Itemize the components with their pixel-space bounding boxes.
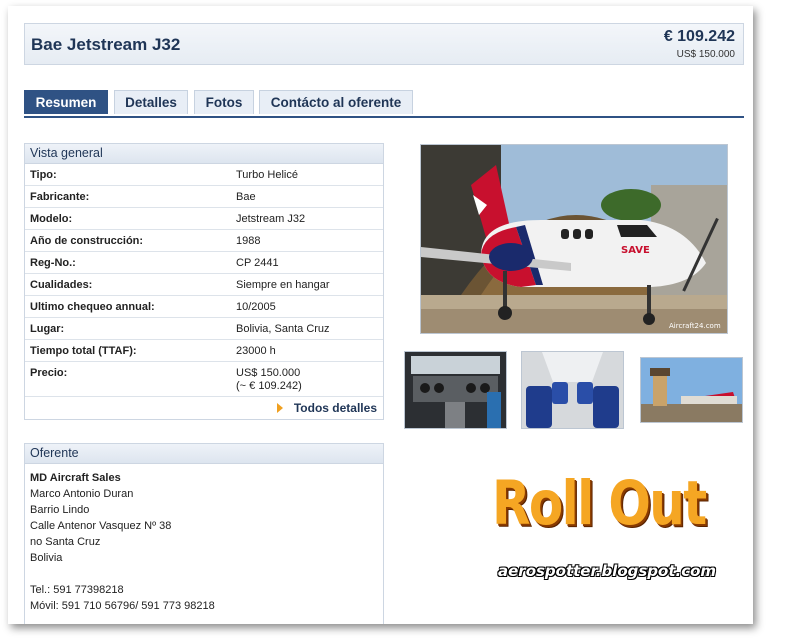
tab-resumen[interactable]: Resumen	[24, 90, 108, 114]
spec-key: Año de construcción:	[30, 235, 144, 247]
tab-detalles[interactable]: Detalles	[114, 90, 188, 114]
listing-title: Bae Jetstream J32	[31, 35, 181, 54]
seller-line: Barrio Lindo	[30, 504, 90, 516]
spec-row: Tiempo total (TTAF): 23000 h	[25, 340, 383, 362]
price-eur: € 109.242	[663, 28, 735, 45]
spec-key: Tiempo total (TTAF):	[30, 345, 137, 357]
spec-value: Jetstream J32	[236, 213, 306, 225]
aircraft-photo: SAVE Aircraft24.com	[421, 145, 727, 333]
all-details-label[interactable]: Todos detalles	[294, 401, 377, 415]
spec-row: Fabricante: Bae	[25, 186, 383, 208]
spec-key: Lugar:	[30, 323, 65, 335]
seller-company: MD Aircraft Sales	[30, 472, 121, 484]
spec-row: Año de construcción: 1988	[25, 230, 383, 252]
spec-value: CP 2441	[236, 257, 279, 269]
spec-key: Ultimo chequeo annual:	[30, 301, 155, 313]
seller-panel: Oferente MD Aircraft Sales Marco Antonio…	[24, 443, 384, 624]
seller-contact: MD Aircraft Sales Marco Antonio Duran Ba…	[25, 464, 383, 620]
spec-value: 1988	[236, 235, 261, 247]
arrow-right-icon	[277, 403, 283, 413]
spec-value: 10/2005	[236, 301, 276, 313]
seller-phone: Tel.: 591 77398218	[30, 584, 124, 596]
tab-bar: Resumen Detalles Fotos Contácto al ofere…	[24, 90, 744, 118]
seller-line: Calle Antenor Vasquez Nº 38	[30, 520, 172, 532]
tab-fotos[interactable]: Fotos	[194, 90, 254, 114]
spec-key: Tipo:	[30, 169, 57, 181]
tab-contacto[interactable]: Contácto al oferente	[259, 90, 413, 114]
overview-panel: Vista general Tipo: Turbo Helicé Fabrican…	[24, 143, 384, 420]
spec-value: Bolivia, Santa Cruz	[236, 323, 330, 335]
price-usd: US$ 150.000	[676, 49, 735, 60]
price-value-usd: US$ 150.000	[236, 367, 301, 379]
roll-out-logo: Roll Out	[492, 468, 707, 539]
livery-text: SAVE	[621, 245, 650, 256]
price-row: Precio: US$ 150.000 (~ € 109.242)	[25, 362, 383, 397]
page-frame: Bae Jetstream J32 € 109.242 US$ 150.000 …	[8, 6, 753, 624]
spec-row: Cualidades: Siempre en hangar	[25, 274, 383, 296]
cabin-image	[522, 352, 623, 428]
cockpit-image	[405, 352, 506, 428]
spec-value: Bae	[236, 191, 256, 203]
spec-key: Fabricante:	[30, 191, 90, 203]
spec-row: Lugar: Bolivia, Santa Cruz	[25, 318, 383, 340]
spec-value: Turbo Helicé	[236, 169, 298, 181]
thumbnail-cabin[interactable]	[521, 351, 624, 429]
seller-line: Bolivia	[30, 552, 63, 564]
all-details-link[interactable]: Todos detalles	[25, 397, 383, 419]
spec-row: Modelo: Jetstream J32	[25, 208, 383, 230]
main-photo[interactable]: SAVE Aircraft24.com	[420, 144, 728, 334]
tower-image	[641, 358, 742, 422]
spec-key: Reg-No.:	[30, 257, 76, 269]
spec-key: Cualidades:	[30, 279, 93, 291]
thumbnail-tower[interactable]	[640, 357, 743, 423]
price-value-eur: (~ € 109.242)	[236, 380, 302, 392]
spec-key: Modelo:	[30, 213, 73, 225]
thumbnail-cockpit[interactable]	[404, 351, 507, 429]
spec-row: Reg-No.: CP 2441	[25, 252, 383, 274]
seller-line: no Santa Cruz	[30, 536, 101, 548]
spec-value: Siempre en hangar	[236, 279, 330, 291]
price-key: Precio:	[30, 367, 68, 379]
spec-row: Ultimo chequeo annual: 10/2005	[25, 296, 383, 318]
seller-heading: Oferente	[25, 444, 383, 464]
overview-heading: Vista general	[25, 144, 383, 164]
seller-mobile: Móvil: 591 710 56796/ 591 773 98218	[30, 600, 215, 612]
photo-watermark: Aircraft24.com	[669, 322, 721, 330]
blog-watermark: aerospotter.blogspot.com	[498, 562, 717, 580]
spec-value: 23000 h	[236, 345, 276, 357]
listing-header: Bae Jetstream J32 € 109.242 US$ 150.000	[24, 23, 744, 65]
spec-row: Tipo: Turbo Helicé	[25, 164, 383, 186]
seller-line: Marco Antonio Duran	[30, 488, 134, 500]
